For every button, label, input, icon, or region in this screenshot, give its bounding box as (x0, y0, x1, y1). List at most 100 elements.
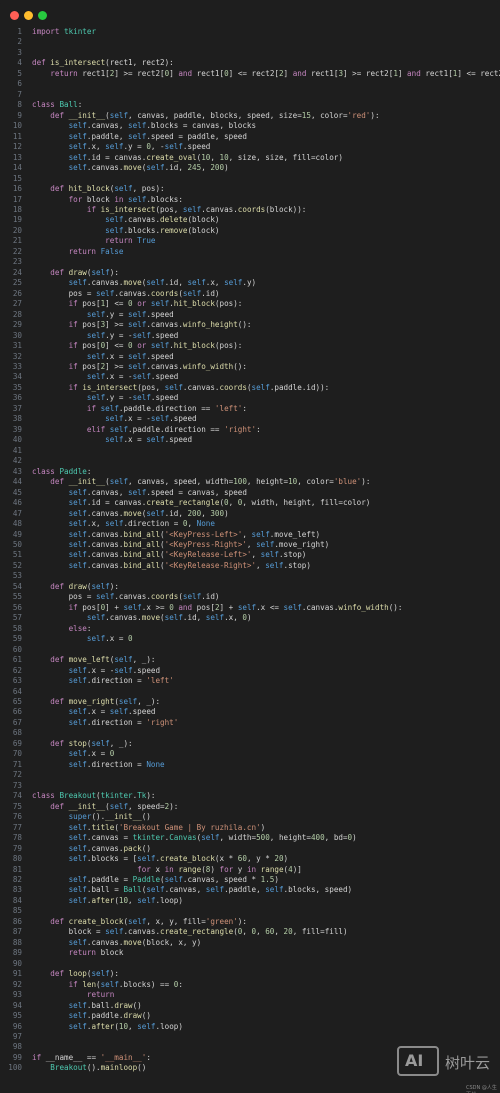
code-line[interactable]: 93 return (0, 990, 500, 1000)
code-text[interactable]: self.canvas.delete(block) (32, 215, 219, 225)
code-text[interactable]: self.x = 0 (32, 749, 115, 759)
code-text[interactable]: self.direction = 'right' (32, 718, 179, 728)
code-line[interactable]: 83 self.ball = Ball(self.canvas, self.pa… (0, 885, 500, 895)
code-text[interactable]: if pos[2] >= self.canvas.winfo_width(): (32, 362, 247, 372)
code-text[interactable]: self.paddle, self.speed = paddle, speed (32, 132, 247, 142)
code-text[interactable]: pos = self.canvas.coords(self.id) (32, 289, 220, 299)
code-line[interactable]: 61 def move_left(self, _): (0, 655, 500, 665)
code-line[interactable]: 56 if pos[0] + self.x >= 0 and pos[2] + … (0, 603, 500, 613)
code-line[interactable]: 50 self.canvas.bind_all('<KeyPress-Right… (0, 540, 500, 550)
code-text[interactable]: if len(self.blocks) == 0: (32, 980, 183, 990)
code-text[interactable]: if self.paddle.direction == 'left': (32, 404, 247, 414)
code-text[interactable]: class Paddle: (32, 467, 91, 477)
code-line[interactable]: 65 def move_right(self, _): (0, 697, 500, 707)
code-text[interactable]: class Ball: (32, 100, 82, 110)
code-text[interactable]: self.x = self.speed (32, 435, 192, 445)
code-line[interactable]: 23 (0, 257, 500, 267)
code-text[interactable]: self.direction = None (32, 760, 165, 770)
code-line[interactable]: 21 return True (0, 236, 500, 246)
code-line[interactable]: 82 self.paddle = Paddle(self.canvas, spe… (0, 875, 500, 885)
code-line[interactable]: 41 (0, 446, 500, 456)
code-text[interactable]: self.paddle = Paddle(self.canvas, speed … (32, 875, 279, 885)
code-text[interactable]: def __init__(self, speed=2): (32, 802, 178, 812)
code-line[interactable]: 60 (0, 645, 500, 655)
code-line[interactable]: 85 (0, 906, 500, 916)
code-text[interactable]: self.canvas.move(self.id, self.x, self.y… (32, 278, 257, 288)
code-text[interactable]: if is_intersect(pos, self.canvas.coords(… (32, 383, 330, 393)
code-text[interactable]: else: (32, 624, 92, 634)
code-text[interactable]: self.canvas.move(self.id, 200, 300) (32, 509, 229, 519)
code-line[interactable]: 84 self.after(10, self.loop) (0, 896, 500, 906)
code-line[interactable]: 13 self.id = canvas.create_oval(10, 10, … (0, 153, 500, 163)
code-text[interactable]: return (32, 990, 114, 1000)
code-text[interactable]: self.blocks = [self.create_block(x * 60,… (32, 854, 289, 864)
code-text[interactable]: self.paddle.draw() (32, 1011, 151, 1021)
code-line[interactable]: 96 self.after(10, self.loop) (0, 1022, 500, 1032)
code-text[interactable]: self.blocks.remove(block) (32, 226, 219, 236)
code-line[interactable]: 80 self.blocks = [self.create_block(x * … (0, 854, 500, 864)
code-text[interactable]: self.id = canvas.create_oval(10, 10, siz… (32, 153, 343, 163)
code-line[interactable]: 14 self.canvas.move(self.id, 245, 200) (0, 163, 500, 173)
code-text[interactable]: def __init__(self, canvas, speed, width=… (32, 477, 370, 487)
code-text[interactable]: self.canvas.move(block, x, y) (32, 938, 202, 948)
code-text[interactable]: if pos[3] >= self.canvas.winfo_height(): (32, 320, 252, 330)
code-line[interactable]: 73 (0, 781, 500, 791)
code-line[interactable]: 40 self.x = self.speed (0, 435, 500, 445)
code-line[interactable]: 86 def create_block(self, x, y, fill='gr… (0, 917, 500, 927)
code-line[interactable]: 68 (0, 728, 500, 738)
code-text[interactable]: def draw(self): (32, 582, 119, 592)
code-text[interactable]: self.id = canvas.create_rectangle(0, 0, … (32, 498, 371, 508)
code-text[interactable]: for block in self.blocks: (32, 195, 183, 205)
code-text[interactable]: self.ball = Ball(self.canvas, self.paddl… (32, 885, 353, 895)
code-line[interactable]: 59 self.x = 0 (0, 634, 500, 644)
code-line[interactable]: 58 else: (0, 624, 500, 634)
code-line[interactable]: 92 if len(self.blocks) == 0: (0, 980, 500, 990)
code-line[interactable]: 52 self.canvas.bind_all('<KeyRelease-Rig… (0, 561, 500, 571)
code-line[interactable]: 26 pos = self.canvas.coords(self.id) (0, 289, 500, 299)
code-line[interactable]: 48 self.x, self.direction = 0, None (0, 519, 500, 529)
code-text[interactable]: self.canvas.bind_all('<KeyRelease-Right>… (32, 561, 311, 571)
code-line[interactable]: 88 self.canvas.move(block, x, y) (0, 938, 500, 948)
code-text[interactable]: def __init__(self, canvas, paddle, block… (32, 111, 379, 121)
code-text[interactable]: self.canvas.bind_all('<KeyPress-Left>', … (32, 530, 321, 540)
code-line[interactable]: 89 return block (0, 948, 500, 958)
code-line[interactable]: 95 self.paddle.draw() (0, 1011, 500, 1021)
code-line[interactable]: 64 (0, 687, 500, 697)
code-line[interactable]: 87 block = self.canvas.create_rectangle(… (0, 927, 500, 937)
code-line[interactable]: 15 (0, 174, 500, 184)
code-line[interactable]: 42 (0, 456, 500, 466)
code-line[interactable]: 45 self.canvas, self.speed = canvas, spe… (0, 488, 500, 498)
code-text[interactable]: self.canvas, self.speed = canvas, speed (32, 488, 247, 498)
code-text[interactable]: self.x = -self.speed (32, 372, 178, 382)
code-text[interactable]: if is_intersect(pos, self.canvas.coords(… (32, 205, 307, 215)
code-text[interactable]: self.ball.draw() (32, 1001, 142, 1011)
code-text[interactable]: def is_intersect(rect1, rect2): (32, 58, 174, 68)
code-line[interactable]: 47 self.canvas.move(self.id, 200, 300) (0, 509, 500, 519)
code-text[interactable]: if __name__ == '__main__': (32, 1053, 151, 1063)
code-text[interactable]: self.x, self.direction = 0, None (32, 519, 215, 529)
code-line[interactable]: 3 (0, 48, 500, 58)
code-text[interactable]: self.y = -self.speed (32, 331, 178, 341)
code-line[interactable]: 11 self.paddle, self.speed = paddle, spe… (0, 132, 500, 142)
code-line[interactable]: 63 self.direction = 'left' (0, 676, 500, 686)
code-line[interactable]: 81 for x in range(8) for y in range(4)] (0, 865, 500, 875)
code-line[interactable]: 39 elif self.paddle.direction == 'right'… (0, 425, 500, 435)
code-text[interactable]: self.canvas, self.blocks = canvas, block… (32, 121, 256, 131)
code-text[interactable]: self.x = 0 (32, 634, 133, 644)
code-line[interactable]: 34 self.x = -self.speed (0, 372, 500, 382)
code-text[interactable]: def create_block(self, x, y, fill='green… (32, 917, 247, 927)
code-line[interactable]: 17 for block in self.blocks: (0, 195, 500, 205)
code-text[interactable]: for x in range(8) for y in range(4)] (32, 865, 302, 875)
code-line[interactable]: 53 (0, 571, 500, 581)
code-text[interactable]: def hit_block(self, pos): (32, 184, 164, 194)
code-text[interactable]: if pos[1] <= 0 or self.hit_block(pos): (32, 299, 243, 309)
code-line[interactable]: 76 super().__init__() (0, 812, 500, 822)
code-line[interactable]: 74 class Breakout(tkinter.Tk): (0, 791, 500, 801)
code-line[interactable]: 43 class Paddle: (0, 467, 500, 477)
code-line[interactable]: 19 self.canvas.delete(block) (0, 215, 500, 225)
code-line[interactable]: 94 self.ball.draw() (0, 1001, 500, 1011)
code-line[interactable]: 25 self.canvas.move(self.id, self.x, sel… (0, 278, 500, 288)
code-text[interactable]: def draw(self): (32, 268, 119, 278)
code-text[interactable]: def stop(self, _): (32, 739, 132, 749)
code-line[interactable]: 5 return rect1[2] >= rect2[0] and rect1[… (0, 69, 500, 79)
